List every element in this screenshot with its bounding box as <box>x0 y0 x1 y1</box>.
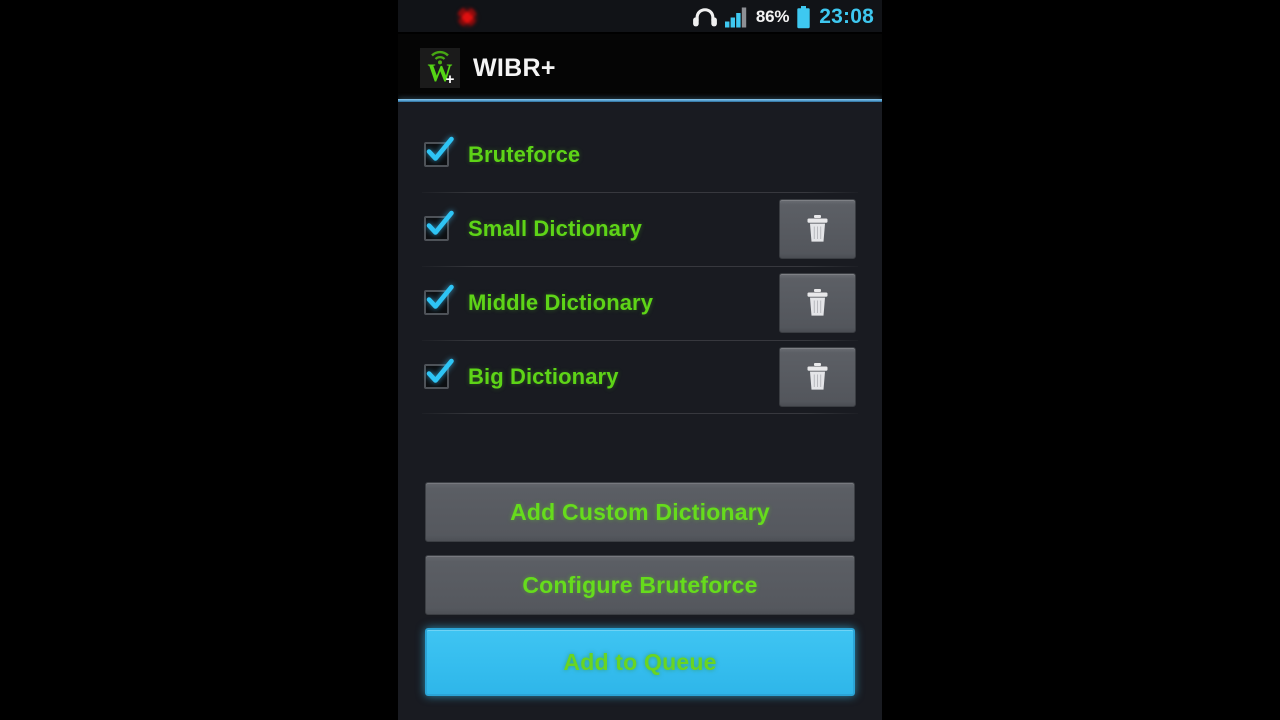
check-icon <box>426 358 454 383</box>
clock-label: 23:08 <box>819 5 874 28</box>
check-icon <box>426 136 454 161</box>
list-item[interactable]: Small Dictionary <box>398 192 882 266</box>
red-dot-notification-icon <box>456 6 478 28</box>
configure-bruteforce-button[interactable]: Configure Bruteforce <box>425 555 855 615</box>
configure-bruteforce-label: Configure Bruteforce <box>522 571 758 598</box>
add-custom-dictionary-label: Add Custom Dictionary <box>510 498 770 525</box>
battery-icon <box>797 5 810 28</box>
add-custom-dictionary-button[interactable]: Add Custom Dictionary <box>425 482 855 542</box>
list-item-label: Small Dictionary <box>468 216 642 241</box>
main-content: Bruteforce Small Dictionary Middle Dicti… <box>398 102 882 720</box>
svg-text:+: + <box>446 71 455 88</box>
screen-letterbox: 86% 23:08 W + WIBR+ Bruteforce Small Dic… <box>0 0 1280 720</box>
trash-icon <box>807 215 828 242</box>
trash-icon <box>807 363 828 390</box>
delete-button[interactable] <box>779 273 856 333</box>
checkbox-bruteforce[interactable] <box>424 136 454 169</box>
list-item[interactable]: Big Dictionary <box>398 340 882 414</box>
list-item[interactable]: Bruteforce <box>398 118 882 192</box>
status-bar: 86% 23:08 <box>398 0 882 34</box>
headphones-icon <box>692 8 717 27</box>
battery-percent-label: 86% <box>755 7 790 26</box>
dictionary-list: Bruteforce Small Dictionary Middle Dicti… <box>398 118 882 414</box>
notification-area <box>408 6 692 28</box>
list-item-label: Middle Dictionary <box>468 290 654 315</box>
check-icon <box>426 284 454 309</box>
trash-icon <box>807 289 828 316</box>
status-icons: 86% 23:08 <box>692 5 874 29</box>
app-title-bar: W + WIBR+ <box>398 34 882 102</box>
add-to-queue-label: Add to Queue <box>563 648 717 675</box>
add-to-queue-button[interactable]: Add to Queue <box>425 628 855 696</box>
checkbox-middle-dictionary[interactable] <box>424 284 454 317</box>
check-icon <box>426 210 454 235</box>
page-title: WIBR+ <box>473 53 556 82</box>
list-item[interactable]: Middle Dictionary <box>398 266 882 340</box>
checkbox-big-dictionary[interactable] <box>424 358 454 391</box>
checkbox-small-dictionary[interactable] <box>424 210 454 243</box>
list-item-label: Bruteforce <box>468 142 581 167</box>
signal-bars-icon <box>724 7 747 28</box>
list-item-label: Big Dictionary <box>468 364 619 389</box>
wibr-plus-app-icon: W + <box>420 48 460 88</box>
phone-viewport: 86% 23:08 W + WIBR+ Bruteforce Small Dic… <box>398 0 882 720</box>
delete-button[interactable] <box>779 199 856 259</box>
delete-button[interactable] <box>779 347 856 407</box>
action-button-stack: Add Custom Dictionary Configure Brutefor… <box>425 482 855 696</box>
